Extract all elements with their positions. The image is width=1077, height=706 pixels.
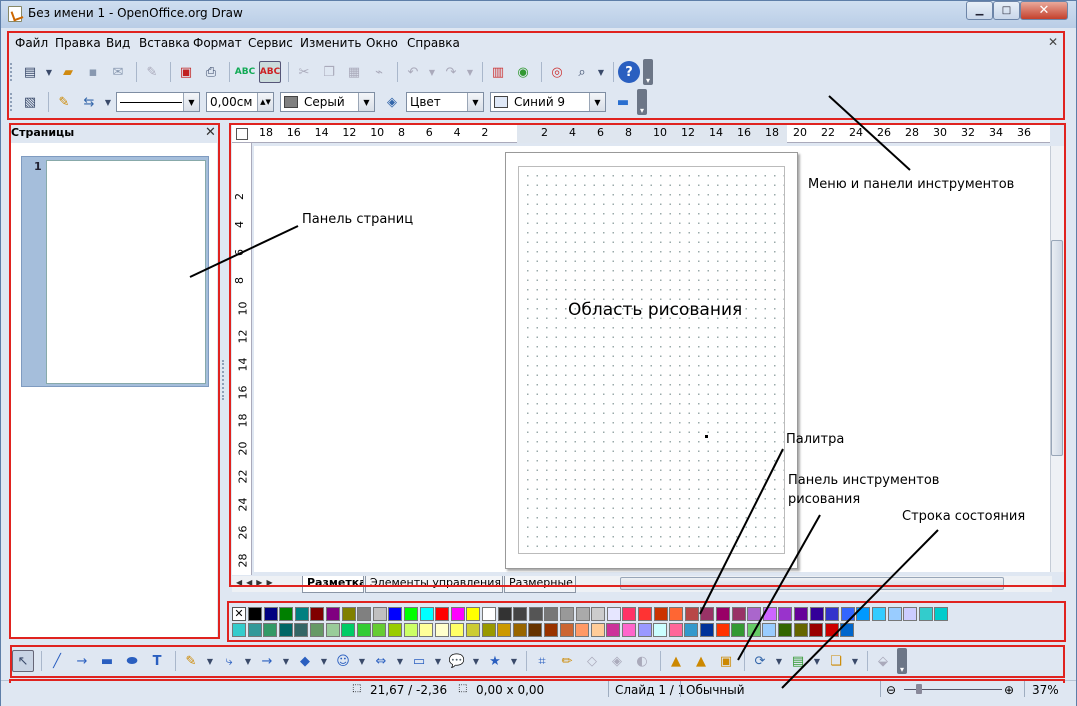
annotation-line-palette [699, 448, 784, 615]
annotation-line-pages [189, 225, 299, 278]
annotation-line-status [781, 529, 939, 689]
annotation-menu: Меню и панели инструментов [808, 177, 1015, 192]
annotation-drawing: Область рисования [568, 300, 743, 320]
annotation-drawing-toolbar: Панель инструментов рисования [788, 473, 940, 507]
annotation-pages: Панель страниц [302, 212, 414, 227]
annotation-line-drawtb [737, 514, 821, 661]
annotation-status: Строка состояния [902, 509, 1026, 524]
annotation-lines [189, 95, 939, 689]
annotation-palette: Палитра [786, 432, 845, 447]
annotation-line-menu [828, 95, 911, 171]
